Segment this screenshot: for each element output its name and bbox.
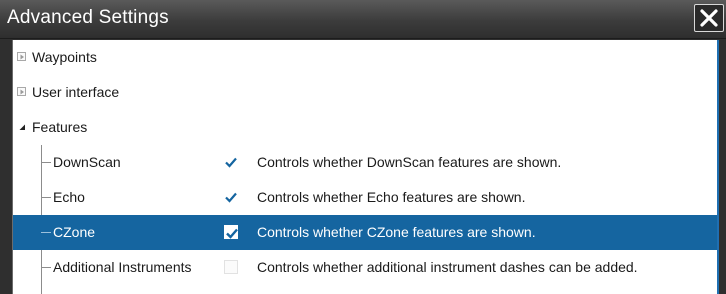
feature-label: CZone bbox=[53, 224, 96, 240]
feature-row-czone[interactable]: CZone Controls whether CZone features ar… bbox=[12, 215, 718, 250]
tree-connector bbox=[41, 267, 51, 268]
triangle-right-icon bbox=[20, 89, 24, 95]
expand-toggle-waypoints[interactable] bbox=[17, 52, 26, 61]
feature-label: Additional Instruments bbox=[53, 259, 192, 275]
tree-connector bbox=[41, 197, 51, 198]
feature-description: Controls whether Echo features are shown… bbox=[257, 189, 526, 205]
triangle-right-icon bbox=[20, 54, 24, 60]
tree-item-features[interactable]: Features bbox=[12, 110, 718, 145]
feature-label: Echo bbox=[53, 189, 85, 205]
tree-item-label: Features bbox=[32, 119, 88, 135]
feature-description: Controls whether CZone features are show… bbox=[257, 224, 536, 240]
tree-item-waypoints[interactable]: Waypoints bbox=[12, 40, 718, 75]
checkmark-icon bbox=[225, 192, 237, 203]
additional-instruments-checkbox[interactable] bbox=[224, 260, 238, 274]
tree-connector bbox=[41, 232, 51, 233]
title-bar: Advanced Settings bbox=[0, 0, 726, 39]
dialog-title: Advanced Settings bbox=[7, 7, 169, 28]
tree-connector bbox=[41, 162, 51, 163]
tree-item-label: Waypoints bbox=[32, 49, 97, 65]
collapse-toggle-features[interactable] bbox=[17, 122, 26, 131]
feature-description: Controls whether DownScan features are s… bbox=[257, 154, 562, 170]
czone-checkbox[interactable] bbox=[224, 225, 238, 239]
tree-item-label: User interface bbox=[32, 84, 120, 100]
panel-left-border bbox=[12, 40, 13, 294]
feature-row-downscan[interactable]: DownScan Controls whether DownScan featu… bbox=[12, 145, 718, 180]
feature-label: DownScan bbox=[53, 154, 121, 170]
advanced-settings-dialog: Advanced Settings Waypoints User interfa… bbox=[0, 0, 726, 294]
checkmark-icon bbox=[226, 228, 238, 239]
echo-checkbox[interactable] bbox=[224, 190, 238, 204]
scrollbar[interactable] bbox=[717, 40, 719, 294]
feature-description: Controls whether additional instrument d… bbox=[257, 259, 638, 275]
expand-toggle-user-interface[interactable] bbox=[17, 87, 26, 96]
close-button[interactable] bbox=[694, 4, 724, 32]
tree-item-user-interface[interactable]: User interface bbox=[12, 75, 718, 110]
feature-row-additional-instruments[interactable]: Additional Instruments Controls whether … bbox=[12, 250, 718, 285]
triangle-down-icon bbox=[19, 124, 25, 130]
settings-tree: Waypoints User interface Features DownSc… bbox=[12, 40, 718, 294]
checkmark-icon bbox=[225, 157, 237, 168]
close-icon bbox=[700, 9, 718, 27]
feature-row-echo[interactable]: Echo Controls whether Echo features are … bbox=[12, 180, 718, 215]
downscan-checkbox[interactable] bbox=[224, 155, 238, 169]
